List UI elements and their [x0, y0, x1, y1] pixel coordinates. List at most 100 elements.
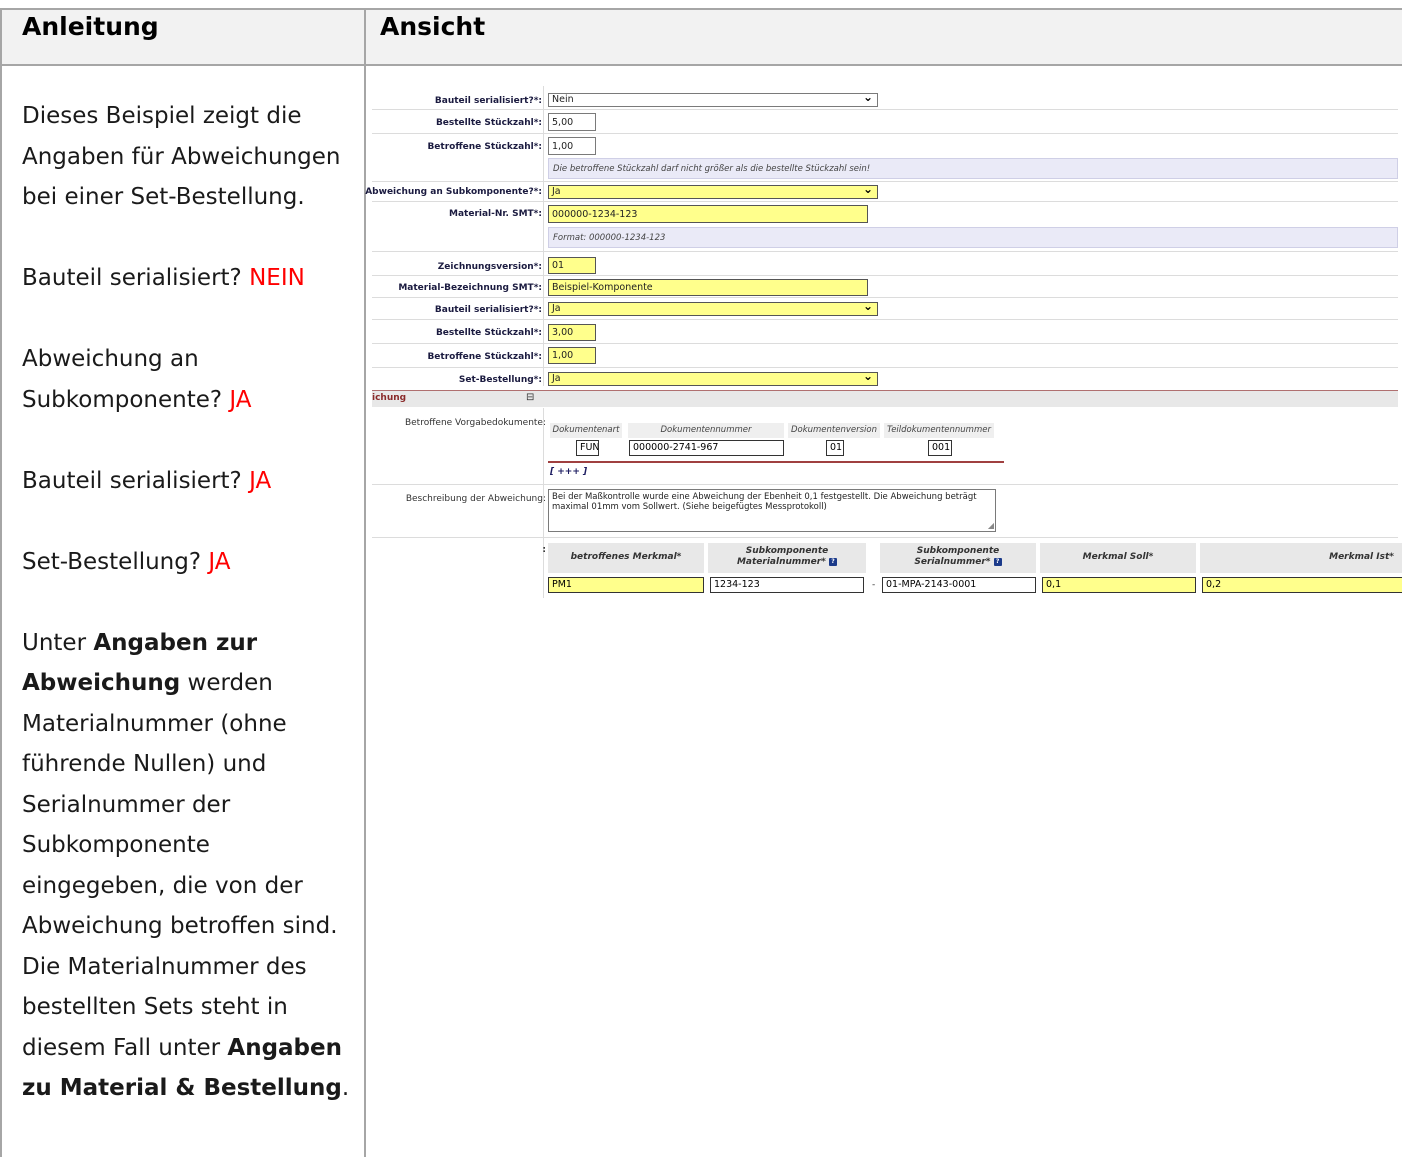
- form-row: Zeichnungsversion*: 01: [372, 252, 1398, 276]
- q4-label: Set-Bestellung?: [22, 548, 202, 575]
- desc-text: Bei der Maßkontrolle wurde eine Abweichu…: [552, 492, 977, 512]
- select-value: Ja: [552, 373, 561, 384]
- doc-art-input[interactable]: FUN: [576, 440, 599, 456]
- field-label: Material-Bezeichnung SMT*:: [398, 283, 542, 293]
- instruction-q1: Bauteil serialisiert? NEIN: [22, 258, 352, 299]
- abweichung-subkomponente-select[interactable]: Ja: [548, 185, 878, 199]
- help-icon[interactable]: ?: [993, 557, 1002, 566]
- form-row: Material-Bezeichnung SMT*: Beispiel-Komp…: [372, 276, 1398, 298]
- grid-header-ist: Merkmal Ist*: [1200, 543, 1402, 573]
- select-value: Nein: [552, 94, 574, 105]
- form-row: Betroffene Stückzahl*: 1,00 Die betroffe…: [372, 134, 1398, 182]
- field-label: Betroffene Stückzahl*:: [427, 142, 542, 152]
- abweichung-beschreibung-textarea[interactable]: Bei der Maßkontrolle wurde eine Abweichu…: [548, 489, 996, 532]
- instruction-q3: Bauteil serialisiert? JA: [22, 461, 352, 502]
- grid-header-materialnummer: Subkomponente Materialnummer* ?: [708, 543, 866, 573]
- doc-separator: [548, 461, 1004, 463]
- q3-label: Bauteil serialisiert?: [22, 467, 242, 494]
- q4-answer: JA: [208, 548, 231, 575]
- q2-label: Abweichung an Subkomponente?: [22, 346, 223, 413]
- merkmal-soll-input[interactable]: 0,1: [1042, 577, 1196, 593]
- form-row: Betroffene Stückzahl*: 1,00: [372, 344, 1398, 368]
- bauteil-serialisiert-2-select[interactable]: Ja: [548, 302, 878, 316]
- table-header-row: [0, 8, 1402, 64]
- instructions-panel: Dieses Beispiel zeigt die Angaben für Ab…: [22, 96, 352, 1149]
- form-row: Material-Nr. SMT*: 000000-1234-123 Forma…: [372, 202, 1398, 252]
- table-top-border: [0, 8, 1402, 10]
- grid-header-serialnummer: Subkomponente Serialnummer* ?: [880, 543, 1036, 573]
- bestellte-stueckzahl-input[interactable]: 5,00: [548, 113, 596, 131]
- sub-materialnummer-input[interactable]: 1234-123: [710, 577, 864, 593]
- grid-header-soll: Merkmal Soll*: [1040, 543, 1196, 573]
- q1-answer: NEIN: [249, 265, 305, 291]
- header-ansicht: Ansicht: [380, 12, 486, 41]
- form-row: Set-Bestellung*: Ja: [372, 368, 1398, 390]
- form-row: Bauteil serialisiert?*: Ja: [372, 298, 1398, 320]
- format-hint: Format: 000000-1234-123: [548, 227, 1398, 248]
- field-label: Betroffene Stückzahl*:: [427, 352, 542, 362]
- header-line: Materialnummer*: [736, 557, 826, 567]
- betroffene-stueckzahl-2-input[interactable]: 1,00: [548, 347, 596, 364]
- section-title: ichung: [372, 393, 407, 403]
- instruction-q2: Abweichung an Subkomponente? JA: [22, 339, 352, 420]
- add-document-link[interactable]: [ +++ ]: [550, 467, 587, 477]
- zeichnungsversion-input[interactable]: 01: [548, 257, 596, 274]
- doc-nummer-input[interactable]: 000000-2741-967: [629, 440, 784, 456]
- merkmal-input[interactable]: PM1: [548, 577, 704, 593]
- doc-header-version: Dokumentenversion: [788, 423, 880, 438]
- para-text-2: werden Materialnummer (ohne führende Nul…: [22, 670, 338, 1061]
- bestellte-stueckzahl-2-input[interactable]: 3,00: [548, 324, 596, 341]
- bauteil-serialisiert-select[interactable]: Nein: [548, 93, 878, 107]
- quantity-hint: Die betroffene Stückzahl darf nicht größ…: [548, 158, 1398, 179]
- form-row: Abweichung an Subkomponente?*: Ja: [365, 182, 1398, 202]
- divider: [372, 484, 1398, 485]
- table-left-border: [0, 8, 2, 1157]
- form-row: Bestellte Stückzahl*: 3,00: [372, 320, 1398, 344]
- material-bezeichnung-input[interactable]: Beispiel-Komponente: [548, 279, 868, 296]
- separator-dash: -: [872, 580, 876, 590]
- instructions-intro: Dieses Beispiel zeigt die Angaben für Ab…: [22, 103, 341, 210]
- field-label: Material-Nr. SMT*:: [449, 209, 542, 219]
- help-icon[interactable]: ?: [829, 557, 838, 566]
- form-row: Bestellte Stückzahl*: 5,00: [372, 110, 1398, 134]
- field-label: Bestellte Stückzahl*:: [435, 118, 542, 128]
- material-nr-input[interactable]: 000000-1234-123: [548, 205, 868, 223]
- doc-version-input[interactable]: 01: [826, 440, 844, 456]
- field-label: Set-Bestellung*:: [458, 375, 542, 385]
- para-text-3: .: [341, 1075, 350, 1101]
- para-text-1: Unter: [22, 629, 94, 656]
- select-value: Ja: [552, 186, 561, 197]
- instruction-paragraph: Unter Angaben zur Abweichung werden Mate…: [22, 623, 352, 1109]
- grid-header-merkmal: betroffenes Merkmal*: [548, 543, 704, 573]
- grid-label: :: [542, 545, 546, 555]
- select-value: Ja: [552, 303, 561, 314]
- field-label: Abweichung an Subkomponente?*:: [365, 187, 542, 197]
- doc-header-teil: Teildokumentennummer: [884, 423, 994, 438]
- doc-header-art: Dokumentenart: [550, 423, 622, 438]
- field-label: Zeichnungsversion*:: [437, 262, 542, 272]
- field-label: Bauteil serialisiert?*:: [434, 96, 542, 106]
- docs-label: Betroffene Vorgabedokumente:: [404, 418, 546, 428]
- header-line: Subkomponente: [916, 546, 1000, 556]
- collapse-icon[interactable]: ⊟: [526, 392, 534, 403]
- q2-answer: JA: [229, 386, 252, 413]
- sub-serialnummer-input[interactable]: 01-MPA-2143-0001: [882, 577, 1036, 593]
- resize-grip-icon[interactable]: ◢: [988, 521, 994, 531]
- doc-header-nummer: Dokumentennummer: [628, 423, 784, 438]
- merkmal-ist-input[interactable]: 0,2: [1202, 577, 1402, 593]
- header-anleitung: Anleitung: [22, 12, 159, 41]
- doc-teil-input[interactable]: 001: [928, 440, 952, 456]
- set-bestellung-select[interactable]: Ja: [548, 372, 878, 386]
- q3-answer: JA: [249, 467, 272, 494]
- desc-label: Beschreibung der Abweichung:: [405, 494, 546, 504]
- betroffene-stueckzahl-input[interactable]: 1,00: [548, 137, 596, 155]
- table-header-divider: [0, 64, 1402, 66]
- header-line: Serialnummer*: [914, 557, 991, 567]
- instruction-q4: Set-Bestellung? JA: [22, 542, 352, 583]
- field-label: Bestellte Stückzahl*:: [435, 328, 542, 338]
- q1-label: Bauteil serialisiert?: [22, 265, 242, 291]
- table-column-divider: [364, 8, 366, 1157]
- header-line: Subkomponente: [745, 546, 829, 556]
- abweichung-section-header[interactable]: ichung ⊟: [372, 390, 1398, 407]
- divider: [372, 537, 1398, 538]
